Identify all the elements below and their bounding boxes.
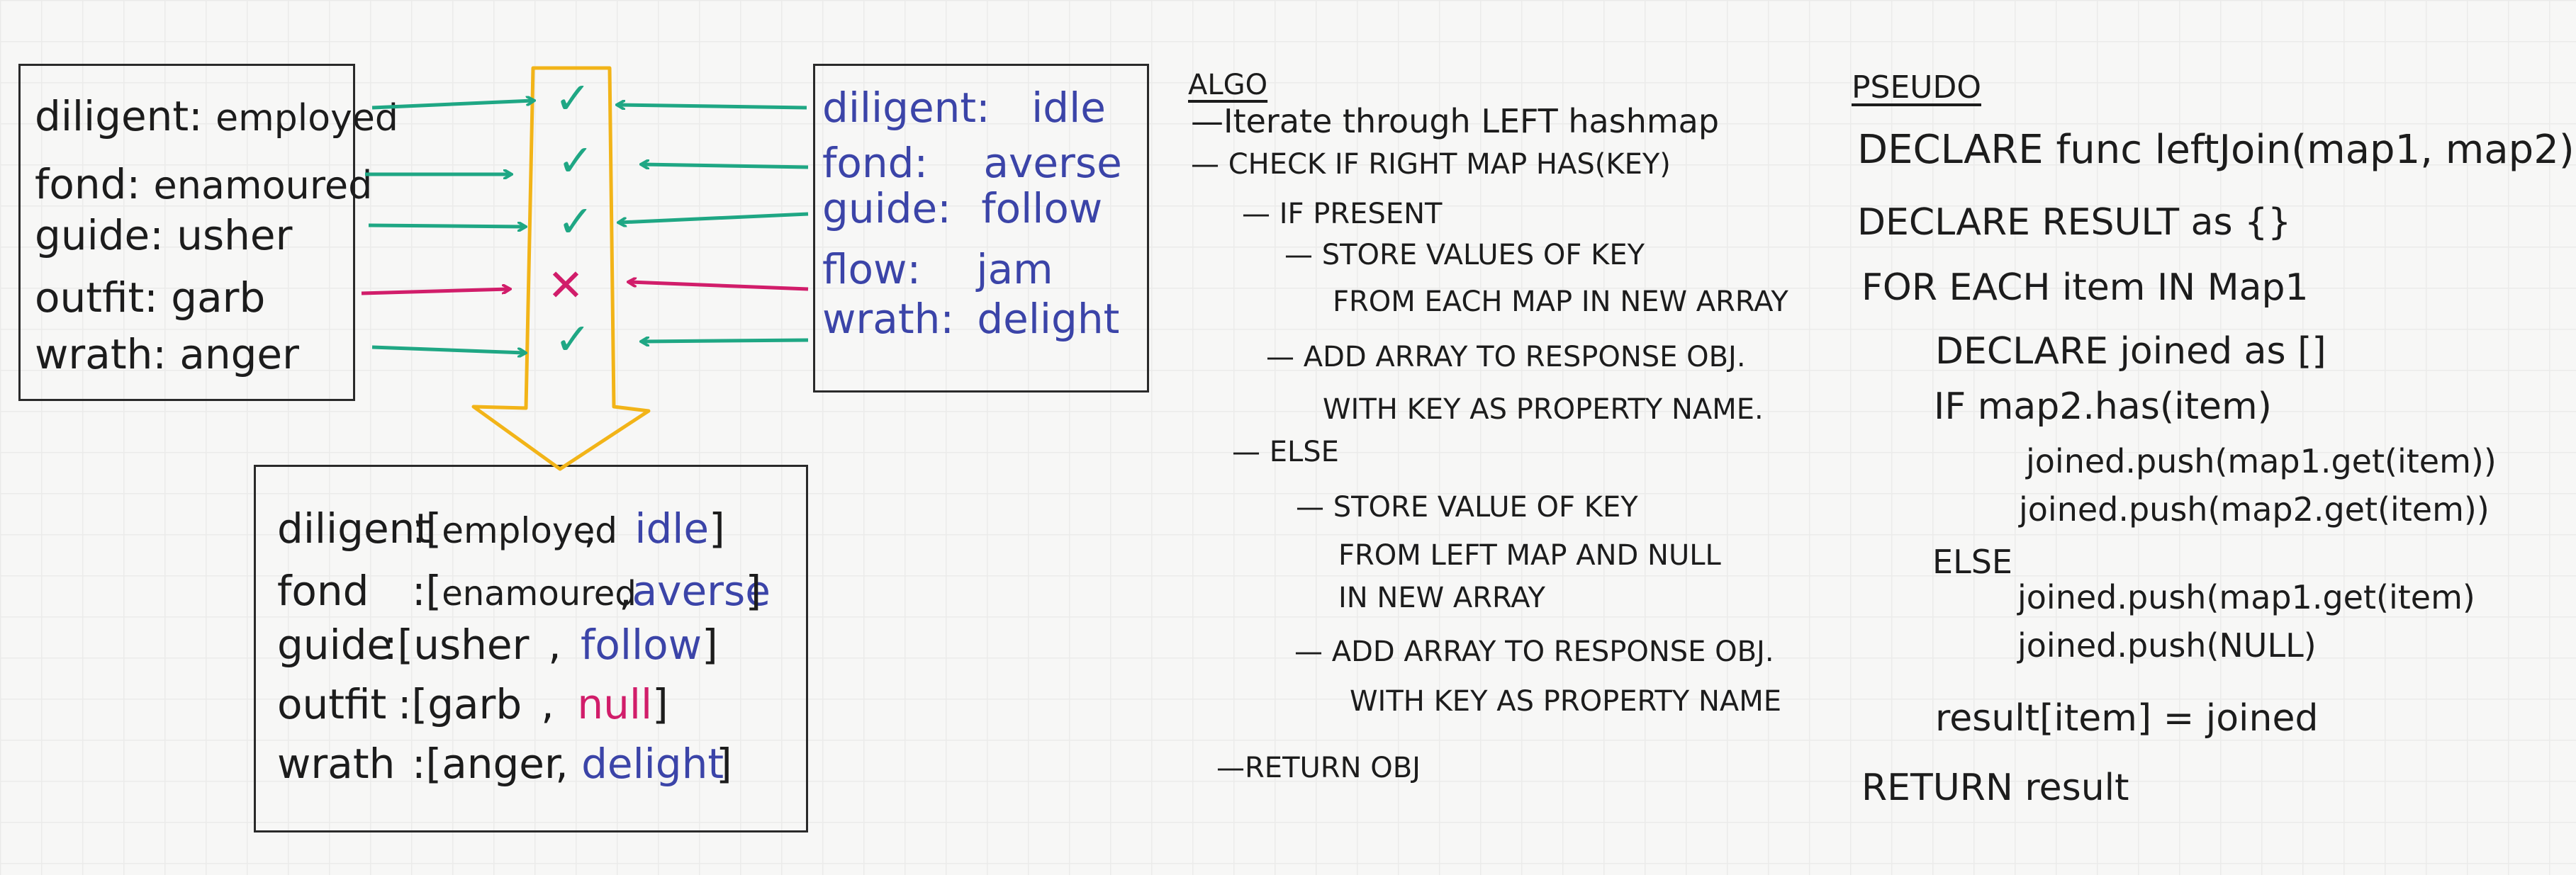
algo-line: — CHECK IF RIGHT MAP HAS(KEY) [1191,148,1671,181]
algo-line: —Iterate through LEFT hashmap [1191,102,1720,140]
right-arrow [642,340,809,341]
algo-line: —RETURN OBJ [1216,752,1421,784]
pseudo-line: IF map2.has(item) [1934,385,2272,428]
right-arrow [642,164,809,167]
left-arrow [371,101,533,110]
left-arrow [361,289,509,295]
algo-line: — STORE VALUE OF KEY [1296,491,1638,524]
match-check-mark: ✓ [557,196,594,247]
algo-line: — ADD ARRAY TO RESPONSE OBJ. [1294,636,1774,668]
match-check-mark: ✓ [554,313,591,365]
algo-line: FROM LEFT MAP AND NULL [1338,539,1721,572]
algo-line: IN NEW ARRAY [1338,582,1545,614]
pseudo-line: joined.push(NULL) [2017,626,2317,665]
pseudo-line: result[item] = joined [1935,697,2319,740]
left-arrow [371,345,525,353]
pseudo-line: ELSE [1932,543,2012,581]
pseudo-line: joined.push(map1.get(item) [2017,578,2475,616]
pseudo-line: joined.push(map1.get(item)) [2026,442,2497,480]
algo-line: — STORE VALUES OF KEY [1284,239,1645,271]
algo-line: WITH KEY AS PROPERTY NAME. [1323,393,1764,426]
pseudo-line: DECLARE joined as [] [1935,330,2326,373]
right-arrow [618,105,807,108]
pseudo-line: DECLARE func leftJoin(map1, map2) [1857,127,2575,173]
pseudo-line: RETURN result [1861,767,2129,809]
algo-line: — ADD ARRAY TO RESPONSE OBJ. [1266,341,1746,373]
no-match-cross-mark: ✕ [547,259,584,311]
algo-heading: ALGO [1188,69,1268,101]
pseudo-line: DECLARE RESULT as {} [1857,201,2292,244]
algo-line: WITH KEY AS PROPERTY NAME [1350,685,1782,718]
pseudo-line: FOR EACH item IN Map1 [1861,266,2309,309]
right-arrow [620,212,809,222]
algo-line: — ELSE [1232,436,1339,468]
algo-line: — IF PRESENT [1242,198,1443,230]
pseudo-heading: PSEUDO [1852,69,1981,106]
right-arrow [629,282,809,291]
match-check-mark: ✓ [554,72,591,124]
left-arrow [368,225,525,227]
match-check-mark: ✓ [557,135,594,186]
algo-line: FROM EACH MAP IN NEW ARRAY [1333,286,1788,318]
pseudo-line: joined.push(map2.get(item)) [2019,490,2490,529]
